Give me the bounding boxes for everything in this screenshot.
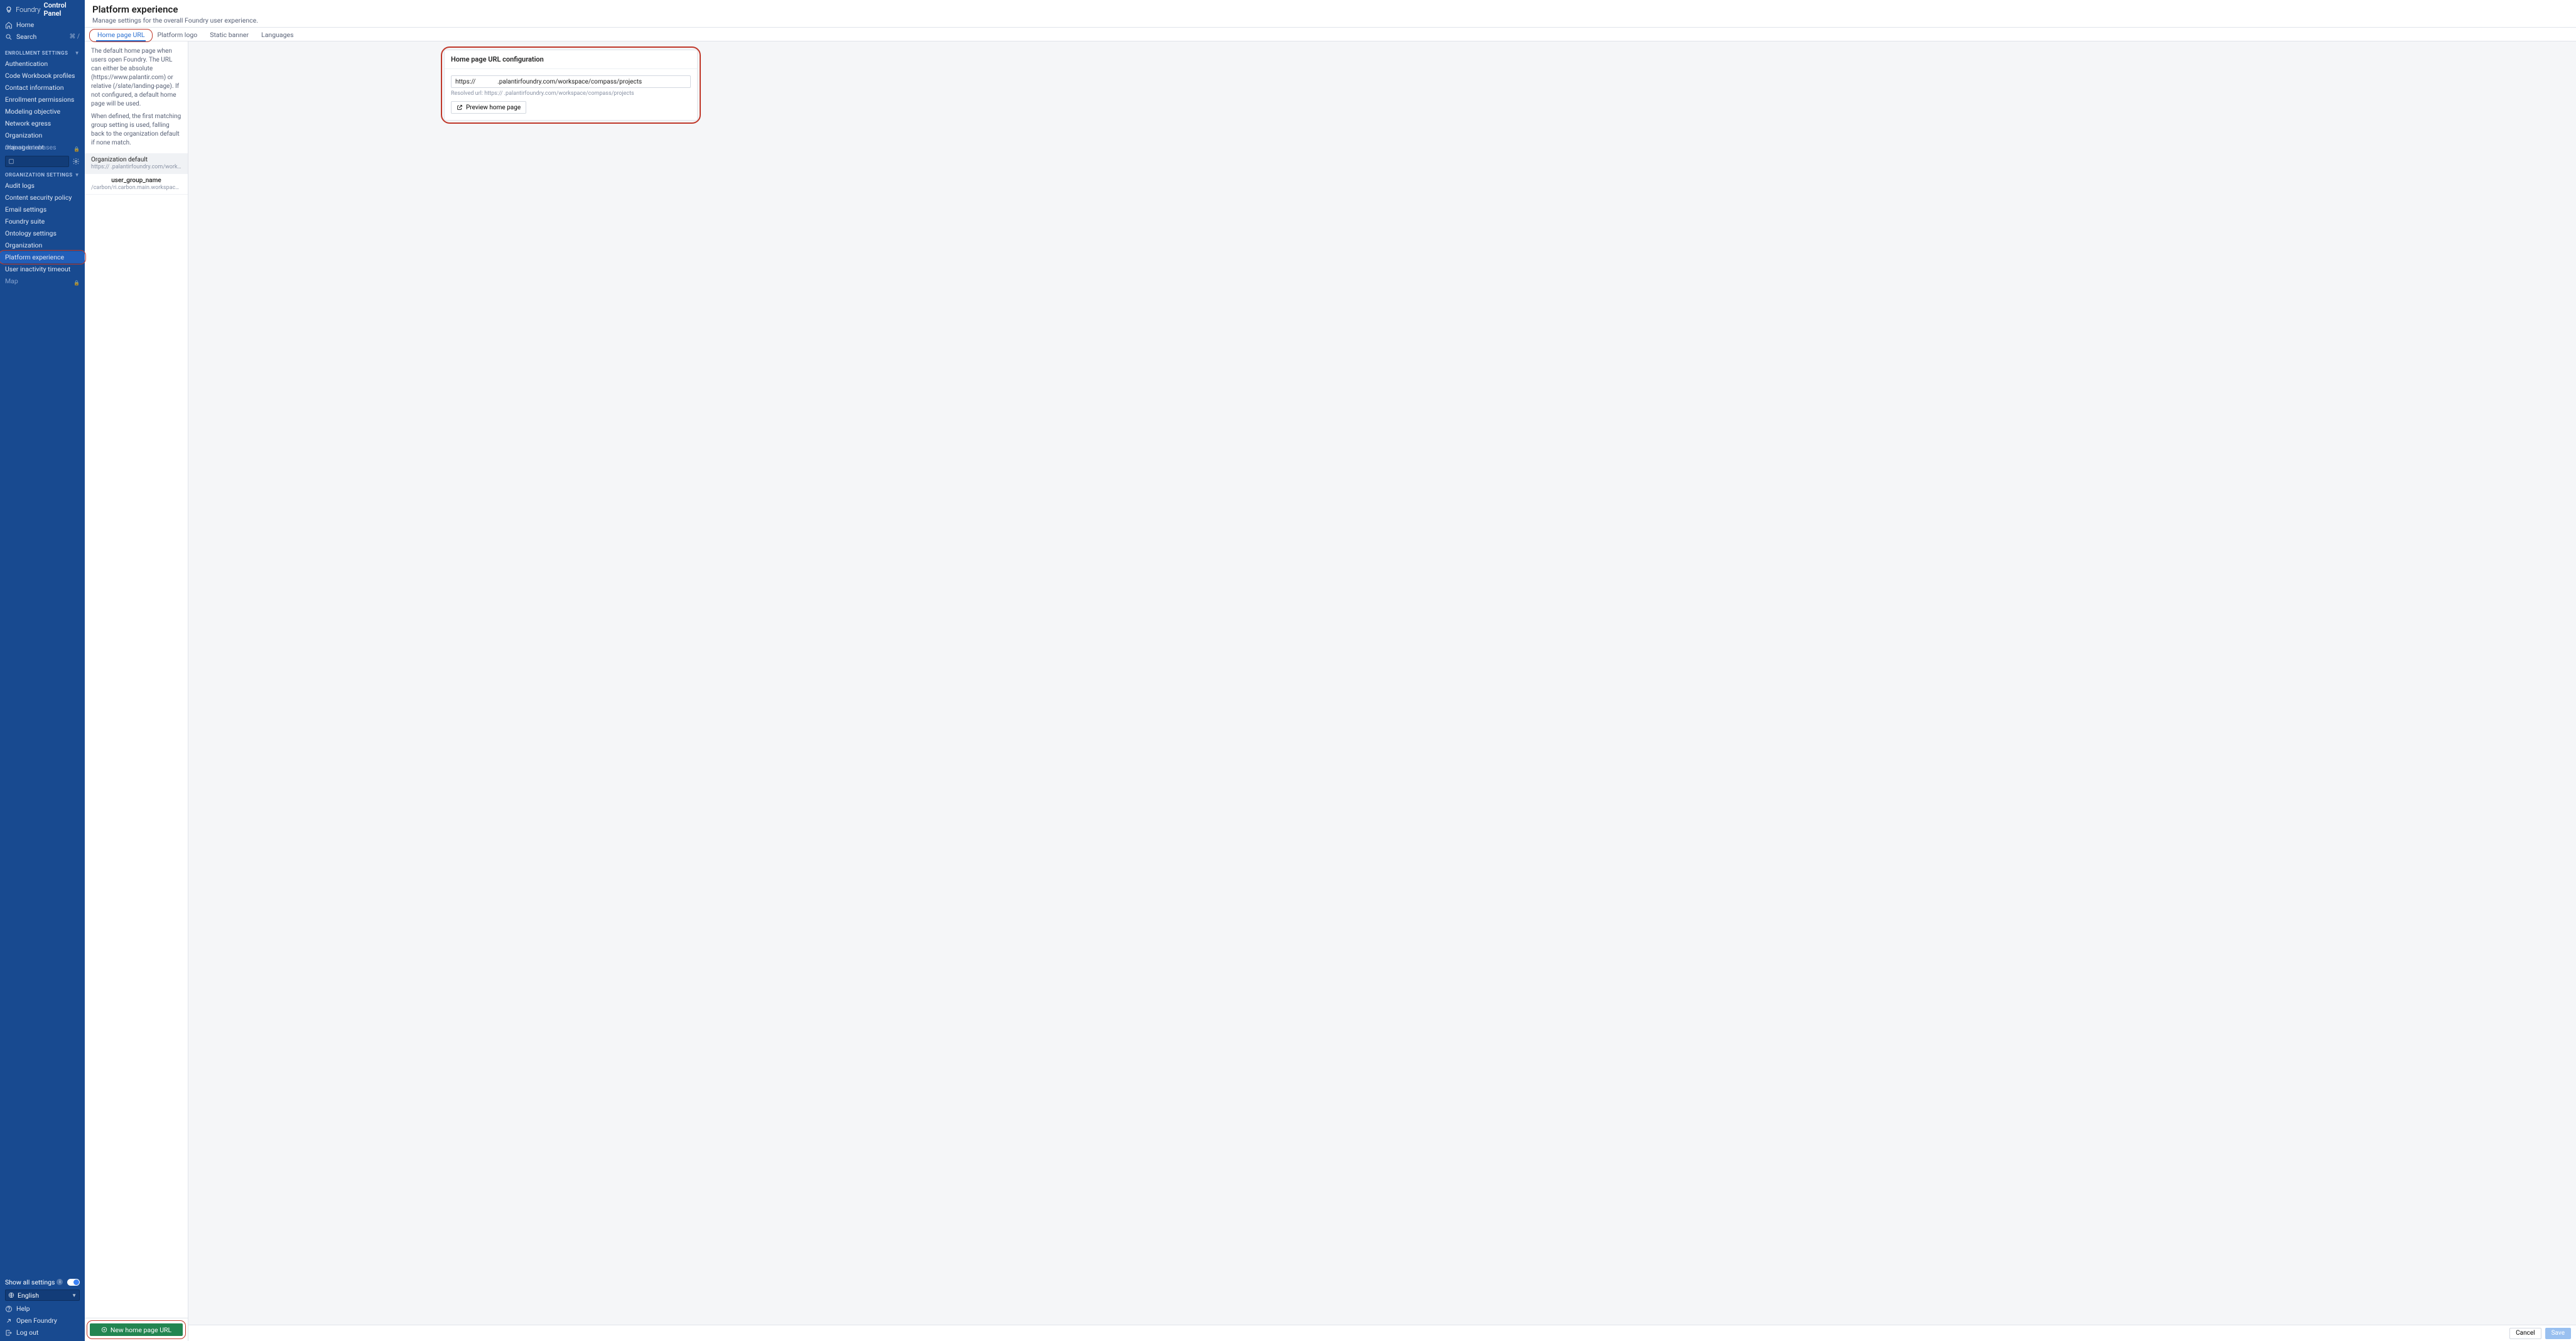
- sidebar-item-org-mgmt[interactable]: Organization management: [0, 129, 85, 141]
- help-icon: [5, 1305, 13, 1313]
- brand-name-1: Foundry: [16, 6, 40, 14]
- nav-home-label: Home: [16, 21, 34, 29]
- toggle-switch[interactable]: [67, 1279, 80, 1286]
- section-enrollment[interactable]: ENROLLMENT SETTINGS ▼: [0, 48, 85, 58]
- tab-home-page-url[interactable]: Home page URL: [91, 28, 151, 41]
- action-footer: Cancel Save: [188, 1325, 2576, 1341]
- brand-icon: [5, 5, 13, 14]
- config-card: Home page URL configuration Resolved url…: [444, 50, 698, 121]
- sidebar: Foundry Control Panel Home Search ⌘ / EN…: [0, 0, 85, 1341]
- sidebar-item-ontology[interactable]: Ontology settings: [0, 227, 85, 239]
- sidebar-item-inactivity[interactable]: User inactivity timeout: [0, 263, 85, 275]
- config-card-body: Resolved url: https:// .palantirfoundry.…: [445, 69, 697, 120]
- config-card-header: Home page URL configuration: [445, 50, 697, 69]
- sidebar-item-csp[interactable]: Content security policy: [0, 192, 85, 204]
- url-list: Organization default https:// .palantirf…: [85, 153, 188, 1318]
- plus-circle-icon: [101, 1327, 107, 1333]
- sidebar-item-org-perm[interactable]: Organization permissions: [0, 239, 85, 251]
- left-pane: The default home page when users open Fo…: [85, 41, 188, 1341]
- search-icon: [5, 33, 13, 41]
- new-home-page-url-button[interactable]: New home page URL: [90, 1323, 183, 1336]
- lock-icon: 🔒: [73, 277, 80, 289]
- external-icon: [5, 1317, 13, 1325]
- nav-search-label: Search: [16, 33, 36, 41]
- page-title: Platform experience: [92, 4, 2568, 15]
- chevron-down-icon: ▼: [72, 1293, 77, 1298]
- chevron-down-icon: ▼: [75, 172, 80, 178]
- brand-name-2: Control Panel: [44, 1, 80, 18]
- sidebar-item-contact[interactable]: Contact information: [0, 82, 85, 94]
- save-button: Save: [2545, 1328, 2571, 1339]
- config-card-wrapper: Home page URL configuration Resolved url…: [442, 48, 700, 122]
- url-item-org-default[interactable]: Organization default https:// .palantirf…: [85, 153, 188, 174]
- org-selector-row: [0, 153, 85, 170]
- sidebar-item-egress[interactable]: Network egress: [0, 117, 85, 129]
- tab-platform-logo[interactable]: Platform logo: [151, 28, 203, 41]
- content: The default home page when users open Fo…: [85, 41, 2576, 1341]
- gear-icon[interactable]: [72, 158, 80, 165]
- sidebar-item-map[interactable]: Map🔒: [0, 275, 85, 287]
- nav-help[interactable]: Help: [0, 1303, 85, 1315]
- section-organization[interactable]: ORGANIZATION SETTINGS ▼: [0, 170, 85, 180]
- nav-home[interactable]: Home: [0, 19, 85, 31]
- sidebar-item-enroll-perm[interactable]: Enrollment permissions: [0, 94, 85, 106]
- cancel-button[interactable]: Cancel: [2509, 1328, 2541, 1339]
- tab-static-banner[interactable]: Static banner: [203, 28, 255, 41]
- main: Platform experience Manage settings for …: [85, 0, 2576, 1341]
- description: The default home page when users open Fo…: [85, 41, 188, 153]
- page-header: Platform experience Manage settings for …: [85, 0, 2576, 28]
- sidebar-item-authentication[interactable]: Authentication: [0, 58, 85, 70]
- search-shortcut: ⌘ /: [69, 33, 80, 40]
- preview-home-page-button[interactable]: Preview home page: [451, 101, 526, 114]
- nav-search[interactable]: Search ⌘ /: [0, 31, 85, 43]
- left-footer: New home page URL: [85, 1318, 188, 1341]
- sidebar-item-audit[interactable]: Audit logs: [0, 180, 85, 192]
- sidebar-item-code-workbook[interactable]: Code Workbook profiles: [0, 70, 85, 82]
- page-subtitle: Manage settings for the overall Foundry …: [92, 16, 2568, 24]
- tabbar: Home page URL Platform logo Static banne…: [85, 28, 2576, 41]
- nav-open-foundry[interactable]: Open Foundry: [0, 1315, 85, 1327]
- resolved-url: Resolved url: https:// .palantirfoundry.…: [451, 90, 691, 97]
- sidebar-item-object-db[interactable]: Object databases🔒: [0, 141, 85, 153]
- lock-icon: 🔒: [73, 143, 80, 155]
- home-icon: [5, 21, 13, 29]
- home-page-url-input[interactable]: [451, 75, 691, 88]
- nav-logout[interactable]: Log out: [0, 1327, 85, 1338]
- sidebar-item-modeling[interactable]: Modeling objective: [0, 106, 85, 117]
- sidebar-item-platform-exp[interactable]: Platform experience: [0, 251, 85, 263]
- brand: Foundry Control Panel: [0, 0, 85, 19]
- tab-languages[interactable]: Languages: [255, 28, 300, 41]
- logout-icon: [5, 1329, 13, 1337]
- config-area: Home page URL configuration Resolved url…: [188, 41, 2576, 1325]
- chevron-down-icon: ▼: [75, 50, 80, 56]
- globe-icon: [8, 1292, 14, 1298]
- language-select[interactable]: English ▼: [5, 1289, 80, 1301]
- external-link-icon: [457, 104, 463, 111]
- sidebar-item-email[interactable]: Email settings: [0, 204, 85, 215]
- org-icon: [8, 158, 14, 165]
- show-all-toggle[interactable]: Show all settings i: [0, 1276, 85, 1288]
- url-item-group[interactable]: user_group_name /carbon/ri.carbon.main.w…: [85, 174, 188, 195]
- org-selector[interactable]: [5, 156, 69, 167]
- right-pane: Home page URL configuration Resolved url…: [188, 41, 2576, 1341]
- info-icon: i: [57, 1279, 63, 1285]
- sidebar-item-suite[interactable]: Foundry suite: [0, 215, 85, 227]
